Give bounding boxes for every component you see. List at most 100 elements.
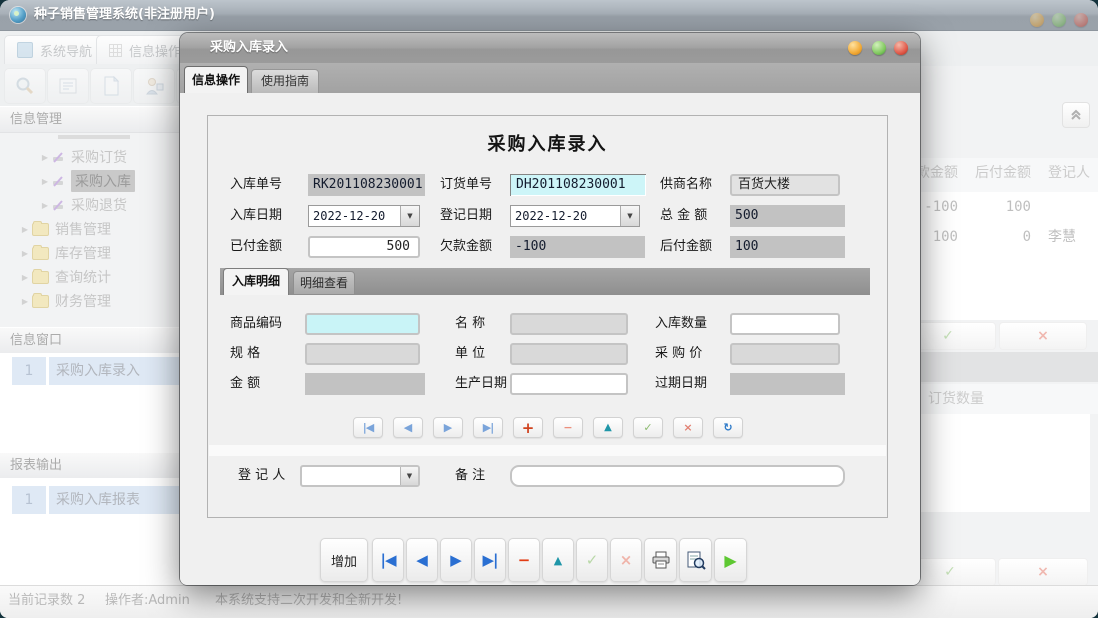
supplier-label: 供商名称	[660, 174, 712, 196]
cancel-button-background[interactable]: ×	[998, 558, 1088, 586]
inbound-qty-label: 入库数量	[655, 313, 707, 335]
form-heading: 采购入库录入	[208, 130, 887, 156]
folder-icon	[32, 247, 49, 260]
document-icon	[101, 76, 121, 96]
print-button[interactable]	[644, 538, 677, 582]
detail-tab-bar: 入库明细 明细查看	[220, 268, 870, 295]
nav-delete-button[interactable]: −	[553, 417, 583, 438]
list-item[interactable]: 1 采购入库录入	[0, 357, 185, 385]
dialog-tab-guide[interactable]: 使用指南	[251, 69, 319, 95]
nav-first-button[interactable]: |◀	[353, 417, 383, 438]
nav-cancel-button[interactable]: ×	[673, 417, 703, 438]
tree-item-purchase-return[interactable]: ▶ 采购退货	[0, 193, 127, 217]
toolbar-delete-button[interactable]: −	[508, 538, 540, 582]
purchase-price-field	[730, 343, 840, 365]
search-button[interactable]	[4, 68, 46, 104]
nav-last-button[interactable]: ▶|	[473, 417, 503, 438]
purchase-inbound-dialog: 采购入库录入 信息操作 使用指南 采购入库录入 入库单号 RK201108230…	[180, 33, 920, 585]
print-icon	[651, 551, 671, 569]
nav-refresh-button[interactable]: ↻	[713, 417, 743, 438]
note-label: 备 注	[455, 465, 485, 487]
nav-prev-button[interactable]: ◀	[393, 417, 423, 438]
registrar-dropdown[interactable]: ▼	[300, 465, 420, 487]
spec-label: 规 格	[230, 343, 260, 365]
sidebar: 信息管理 ▶ 采购订货 ▶ 采购入库 ▶ 采购退货 ▶ 销售管理 ▶ 库存管理	[0, 106, 187, 585]
expand-arrow-icon[interactable]: ▶	[18, 273, 32, 282]
tree-item-inventory-mgmt[interactable]: ▶ 库存管理	[0, 241, 111, 265]
folder-icon	[32, 295, 49, 308]
spec-field	[305, 343, 420, 365]
owed-amount-field: -100	[510, 236, 645, 258]
tree-item-purchase-inbound[interactable]: ▶ 采购入库	[0, 169, 135, 193]
expand-arrow-icon[interactable]: ▶	[18, 249, 32, 258]
list-item[interactable]: 1 采购入库报表	[0, 486, 185, 514]
record-navigator: |◀ ◀ ▶ ▶| + − ▲ ✓ × ↻	[353, 417, 753, 438]
expand-arrow-icon[interactable]: ▶	[18, 297, 32, 306]
dropdown-arrow-icon[interactable]: ▼	[400, 206, 419, 226]
total-amount-field: 500	[730, 205, 845, 227]
add-button[interactable]: 增加	[320, 538, 368, 582]
dialog-minimize-button[interactable]	[848, 41, 862, 55]
product-code-input[interactable]	[305, 313, 420, 335]
toolbar-prev-button[interactable]: ◀	[406, 538, 438, 582]
inbound-date-dropdown[interactable]: 2022-12-20 ▼	[308, 205, 420, 227]
tree-item-label-selected: 采购入库	[71, 170, 135, 192]
nav-post-button[interactable]: ✓	[633, 417, 663, 438]
cancel-button-background[interactable]: ×	[999, 322, 1087, 350]
inbound-qty-input[interactable]	[730, 313, 840, 335]
toolbar-next-button[interactable]: ▶	[440, 538, 472, 582]
background-data-panel: 款金额 后付金额 登记人 -100 100 100 0 李慧 ✓ × 订货数量 …	[900, 66, 1098, 585]
receipt-no-field: RK201108230001	[308, 174, 425, 196]
report-button[interactable]	[47, 68, 89, 104]
total-amount-label: 总 金 额	[660, 205, 707, 227]
report-output-header: 报表输出	[0, 452, 186, 479]
list-item-index: 1	[12, 357, 46, 385]
document-button[interactable]	[90, 68, 132, 104]
toolbar-cancel-button[interactable]: ×	[610, 538, 642, 582]
order-no-input[interactable]: DH201108230001	[510, 174, 646, 196]
tree-item-query-stats[interactable]: ▶ 查询统计	[0, 265, 111, 289]
table-row[interactable]: 100 0 李慧	[900, 222, 1098, 253]
expiry-date-field	[730, 373, 845, 395]
expand-arrow-icon[interactable]: ▶	[18, 225, 32, 234]
production-date-input[interactable]	[510, 373, 628, 395]
nav-next-button[interactable]: ▶	[433, 417, 463, 438]
tab-system-nav[interactable]: 系统导航	[4, 35, 105, 64]
tree-item-sales-mgmt[interactable]: ▶ 销售管理	[0, 217, 111, 241]
maximize-button[interactable]	[1052, 13, 1066, 27]
tab-detail-view[interactable]: 明细查看	[293, 271, 355, 295]
preview-button[interactable]	[679, 538, 712, 582]
dialog-tab-info-ops[interactable]: 信息操作	[184, 66, 248, 94]
user-button[interactable]	[133, 68, 175, 104]
paid-amount-label: 已付金额	[230, 236, 282, 258]
expand-arrow-icon[interactable]: ▶	[38, 153, 52, 162]
close-button[interactable]	[1074, 13, 1088, 27]
dropdown-arrow-icon[interactable]: ▼	[620, 206, 639, 226]
toolbar-post-button[interactable]: ✓	[576, 538, 608, 582]
table-row[interactable]: -100 100	[900, 192, 1098, 223]
nav-edit-button[interactable]: ▲	[593, 417, 623, 438]
run-button[interactable]: ▶	[714, 538, 747, 582]
toolbar-first-button[interactable]: |◀	[372, 538, 404, 582]
expand-arrow-icon[interactable]: ▶	[38, 177, 52, 186]
toolbar-edit-button[interactable]: ▲	[542, 538, 574, 582]
register-date-dropdown[interactable]: 2022-12-20 ▼	[510, 205, 640, 227]
tab-inbound-detail[interactable]: 入库明细	[223, 268, 289, 295]
pay-later-field: 100	[730, 236, 845, 258]
cell-registrar: 李慧	[1048, 222, 1092, 252]
tree-item-finance-mgmt[interactable]: ▶ 财务管理	[0, 289, 111, 313]
info-ops-icon	[109, 44, 122, 57]
expand-arrow-icon[interactable]: ▶	[38, 201, 52, 210]
dialog-close-button[interactable]	[894, 41, 908, 55]
dialog-maximize-button[interactable]	[872, 41, 886, 55]
paid-amount-input[interactable]: 500	[308, 236, 420, 258]
note-input[interactable]	[510, 465, 845, 487]
toolbar-last-button[interactable]: ▶|	[474, 538, 506, 582]
nav-add-button[interactable]: +	[513, 417, 543, 438]
collapse-panel-button[interactable]	[1062, 102, 1090, 128]
minimize-button[interactable]	[1030, 13, 1044, 27]
tree-item-label: 采购订货	[71, 147, 127, 167]
tool-icon	[52, 175, 65, 188]
tree-item-purchase-order[interactable]: ▶ 采购订货	[0, 145, 127, 169]
dropdown-arrow-icon[interactable]: ▼	[400, 467, 418, 485]
